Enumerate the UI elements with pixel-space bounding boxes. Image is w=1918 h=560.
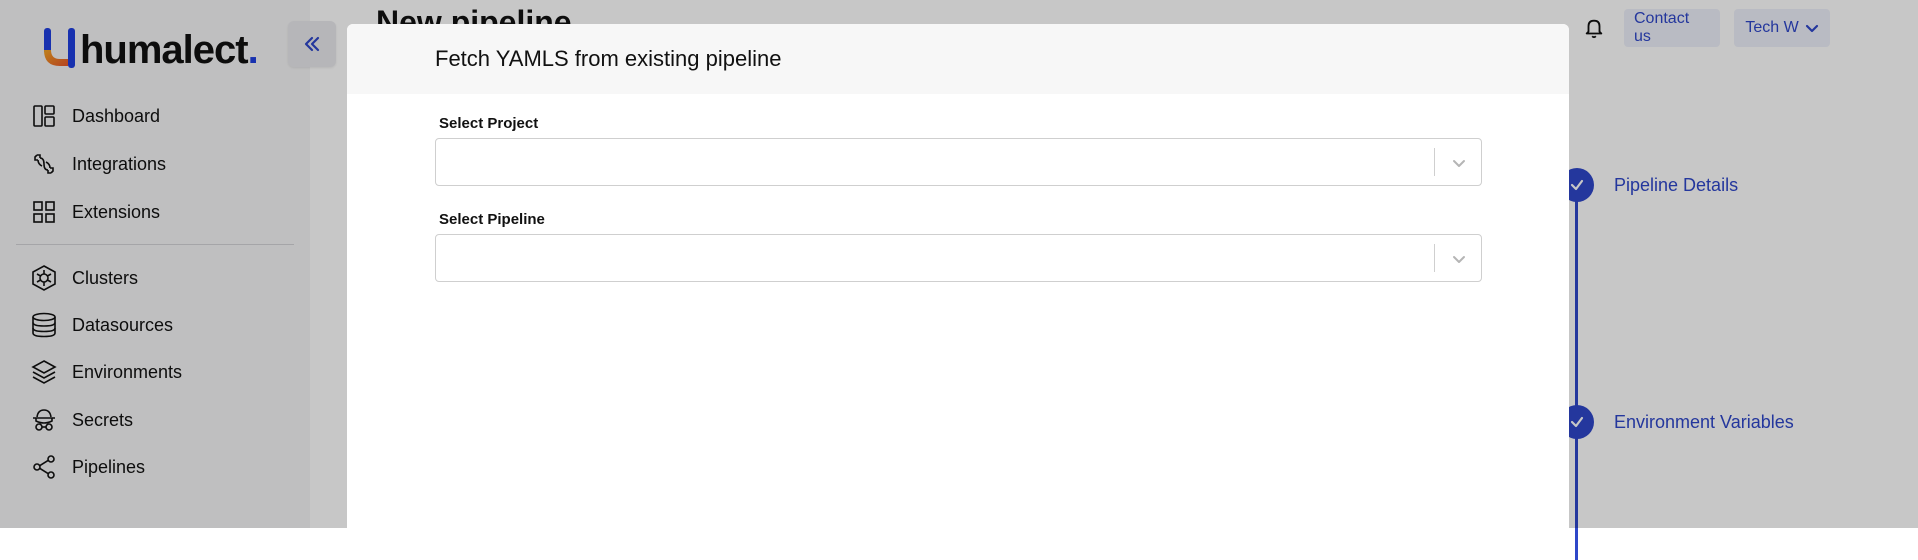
select-project-dropdown[interactable]	[435, 138, 1482, 186]
select-pipeline-label: Select Pipeline	[439, 211, 1482, 228]
select-pipeline-dropdown[interactable]	[435, 234, 1482, 282]
chevron-down-icon	[1450, 250, 1468, 268]
select-project-toggle[interactable]	[1447, 151, 1471, 175]
chevron-down-icon	[1450, 154, 1468, 172]
select-separator	[1434, 148, 1435, 176]
modal-title: Fetch YAMLS from existing pipeline	[435, 46, 781, 72]
select-pipeline-field: Select Pipeline	[435, 211, 1482, 282]
select-pipeline-toggle[interactable]	[1447, 247, 1471, 271]
select-separator	[1434, 244, 1435, 272]
modal-header: Fetch YAMLS from existing pipeline	[347, 24, 1569, 94]
select-project-label: Select Project	[439, 115, 1482, 132]
select-project-field: Select Project	[435, 115, 1482, 186]
fetch-yaml-modal: Fetch YAMLS from existing pipeline Selec…	[347, 24, 1569, 544]
